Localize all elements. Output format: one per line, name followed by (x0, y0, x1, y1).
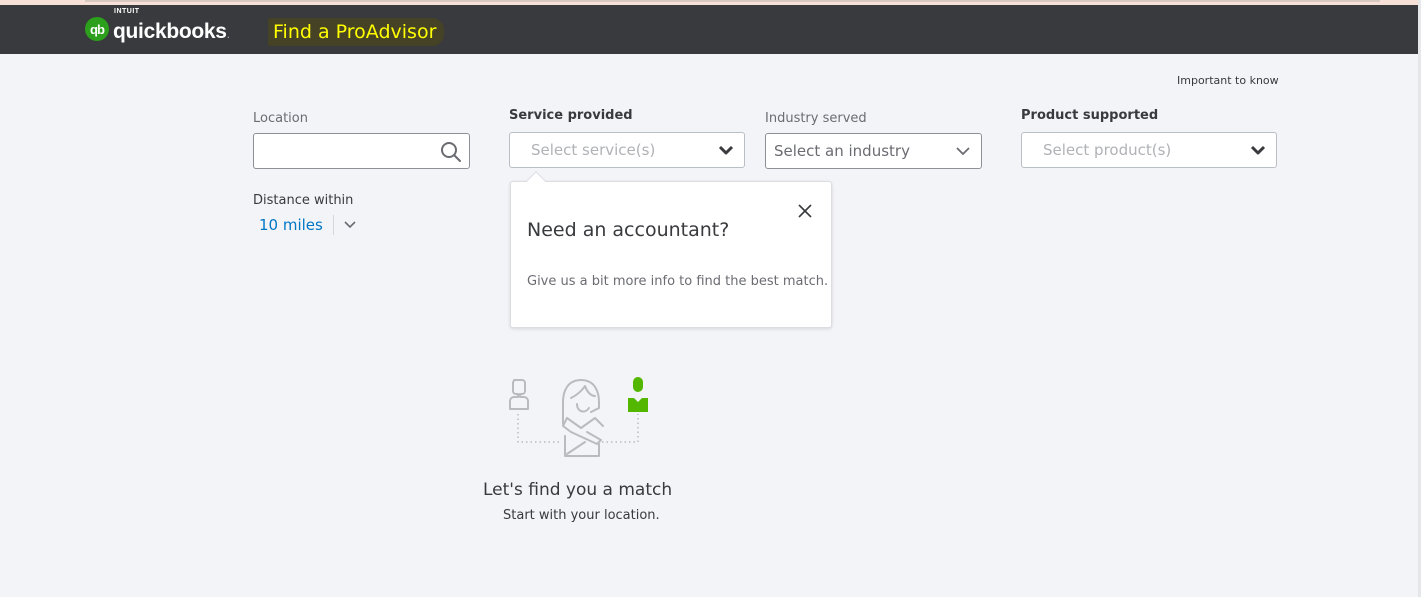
logo-wordmark: INTUIT quickbooks. (113, 8, 230, 46)
quickbooks-word: quickbooks (113, 20, 227, 43)
product-label: Product supported (1021, 108, 1159, 123)
popover-title: Need an accountant? (527, 219, 730, 241)
product-placeholder: Select product(s) (1043, 141, 1172, 159)
intuit-label: INTUIT (114, 8, 140, 15)
location-label: Location (253, 111, 308, 126)
distance-value[interactable]: 10 miles (259, 216, 323, 234)
chevron-down-icon[interactable] (343, 220, 357, 230)
location-input[interactable] (254, 134, 434, 168)
location-field[interactable] (253, 133, 470, 169)
match-illustration-icon (509, 377, 648, 457)
qb-badge-icon: qb (85, 17, 109, 41)
need-accountant-popover: Need an accountant? Give us a bit more i… (510, 171, 832, 328)
chevron-down-icon (1250, 145, 1266, 155)
popover-arrow (526, 171, 546, 191)
service-select[interactable]: Select service(s) (509, 132, 745, 168)
service-label: Service provided (509, 108, 633, 123)
close-icon[interactable] (797, 203, 813, 219)
quickbooks-logo[interactable]: qb INTUIT quickbooks. (85, 8, 230, 46)
industry-label: Industry served (765, 111, 867, 126)
search-icon[interactable] (440, 141, 462, 163)
product-select[interactable]: Select product(s) (1021, 132, 1277, 168)
logo-dot: . (226, 30, 230, 41)
important-to-know-link[interactable]: Important to know (1177, 74, 1279, 87)
app-header: qb INTUIT quickbooks. Find a ProAdvisor (0, 5, 1421, 54)
popover-body: Give us a bit more info to find the best… (527, 274, 829, 289)
empty-state-title: Let's find you a match (483, 480, 673, 500)
service-placeholder: Select service(s) (531, 141, 656, 159)
industry-select[interactable]: Select an industry (765, 133, 982, 169)
chevron-down-icon (956, 147, 970, 156)
distance-label: Distance within (253, 193, 354, 208)
empty-state-subtitle: Start with your location. (503, 508, 660, 523)
industry-placeholder: Select an industry (774, 142, 910, 160)
strip-shade (85, 0, 1380, 2)
chevron-down-icon (718, 145, 734, 155)
distance-divider (333, 215, 334, 235)
page-title: Find a ProAdvisor (268, 18, 445, 46)
